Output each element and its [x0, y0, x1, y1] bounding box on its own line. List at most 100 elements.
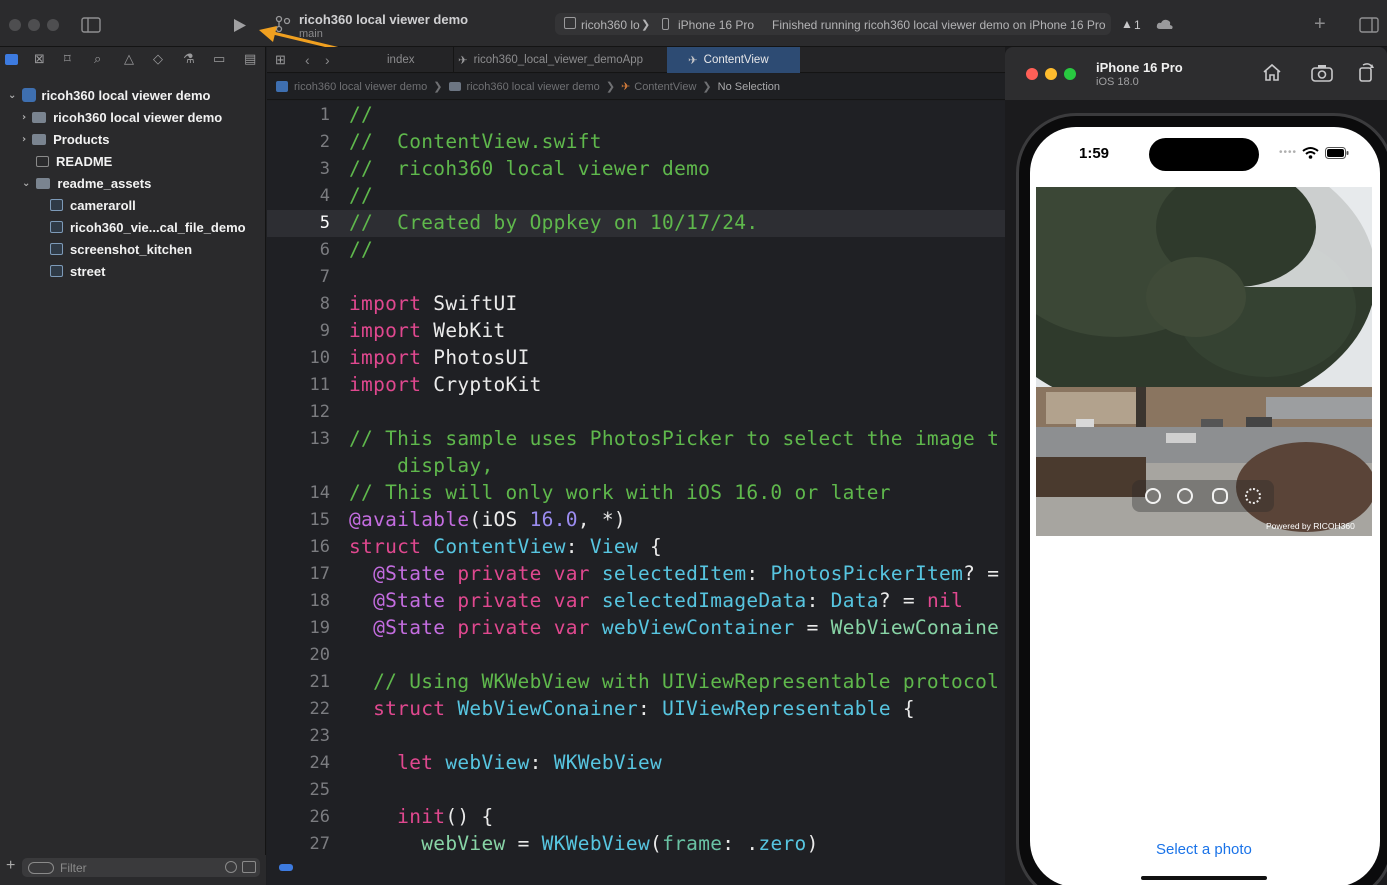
tree-item-demo-image[interactable]: ricoh360_vie...cal_file_demo — [50, 216, 246, 238]
code-line: init() { — [397, 805, 494, 828]
line-number[interactable]: 11 — [275, 375, 330, 395]
scheme-selector[interactable]: ricoh360 lo — [581, 18, 640, 32]
chevron-down-icon[interactable]: ⌄ — [22, 178, 30, 189]
simulator-minimize-button[interactable] — [1045, 68, 1057, 80]
chevron-down-icon[interactable]: ⌄ — [8, 90, 16, 101]
line-number[interactable]: 20 — [275, 645, 330, 665]
line-number[interactable]: 21 — [275, 672, 330, 692]
tree-item-readme-assets[interactable]: ⌄ readme_assets — [22, 172, 151, 194]
line-number[interactable]: 12 — [275, 402, 330, 422]
warning-icon[interactable]: ▲ — [1121, 17, 1133, 31]
zoom-out-icon[interactable] — [1145, 488, 1161, 504]
bookmark-icon[interactable]: ⌑ — [64, 52, 71, 67]
line-number[interactable]: 22 — [275, 699, 330, 719]
code-line: // ContentView.swift — [349, 130, 602, 153]
zoom-window-button[interactable] — [47, 19, 59, 31]
gyro-icon[interactable] — [1245, 488, 1261, 504]
test-diamond-icon[interactable]: ◇ — [153, 52, 163, 67]
line-number[interactable]: 2 — [275, 132, 330, 152]
recent-clock-icon[interactable] — [225, 861, 237, 873]
editor-tab-bar: ⊞ ‹ › index ✈ ricoh360_local_viewer_demo… — [267, 47, 1007, 73]
tree-item-readme[interactable]: README — [36, 150, 112, 172]
line-number[interactable]: 5 — [275, 213, 330, 233]
select-photo-button[interactable]: Select a photo — [1156, 841, 1252, 858]
add-plus-icon[interactable]: + — [1314, 14, 1326, 34]
debug-spray-icon[interactable]: ⚗ — [183, 52, 195, 67]
tree-item-screenshot-kitchen[interactable]: screenshot_kitchen — [50, 238, 192, 260]
destination-selector[interactable]: iPhone 16 Pro — [678, 18, 754, 32]
rotate-icon[interactable] — [1357, 62, 1375, 82]
zoom-in-icon[interactable] — [1177, 488, 1193, 504]
tree-item-street[interactable]: street — [50, 260, 105, 282]
line-number[interactable]: 23 — [275, 726, 330, 746]
line-number[interactable]: 13 — [275, 429, 330, 449]
cloud-icon[interactable] — [1156, 18, 1174, 30]
simulator-zoom-button[interactable] — [1064, 68, 1076, 80]
line-number[interactable]: 14 — [275, 483, 330, 503]
dynamic-island — [1149, 138, 1259, 171]
line-number[interactable]: 15 — [275, 510, 330, 530]
simulator-close-button[interactable] — [1026, 68, 1038, 80]
tree-item-cameraroll[interactable]: cameraroll — [50, 194, 136, 216]
filter-placeholder: Filter — [60, 860, 87, 875]
scm-filter-icon[interactable] — [242, 861, 256, 873]
line-number[interactable]: 3 — [275, 159, 330, 179]
home-indicator[interactable] — [1141, 876, 1267, 880]
battery-icon — [1325, 147, 1349, 159]
tab-index[interactable]: index — [363, 47, 453, 73]
filter-options-icon[interactable] — [28, 861, 54, 874]
breadcrumb-group[interactable]: ricoh360 local viewer demo — [467, 81, 600, 93]
run-play-icon[interactable] — [233, 18, 247, 33]
breadcrumb-project[interactable]: ricoh360 local viewer demo — [294, 81, 427, 93]
line-number[interactable]: 7 — [275, 267, 330, 287]
line-number[interactable]: 9 — [275, 321, 330, 341]
editor-grid-icon[interactable]: ⊞ — [275, 47, 286, 73]
tab-app[interactable]: ✈ ricoh360_local_viewer_demoApp — [453, 47, 667, 73]
line-number[interactable]: 18 — [275, 591, 330, 611]
line-number[interactable]: 8 — [275, 294, 330, 314]
report-icon[interactable]: ▤ — [244, 52, 256, 67]
chevron-right-icon[interactable]: › — [22, 112, 26, 123]
rotate-view-icon[interactable] — [1212, 488, 1228, 504]
debug-area-toggle-icon[interactable] — [279, 864, 293, 871]
breadcrumb-symbol[interactable]: No Selection — [718, 81, 780, 93]
image-file-icon — [50, 221, 63, 233]
close-window-button[interactable] — [9, 19, 21, 31]
add-file-plus-icon[interactable]: + — [6, 858, 15, 874]
tree-item-group[interactable]: › ricoh360 local viewer demo — [22, 106, 222, 128]
code-line: @State private var webViewContainer = We… — [373, 616, 1000, 639]
tree-item-products[interactable]: › Products — [22, 128, 109, 150]
sidebar-toggle-icon[interactable] — [81, 17, 101, 33]
breadcrumb-file[interactable]: ContentView — [634, 81, 696, 93]
back-chevron-icon[interactable]: ‹ — [305, 47, 310, 73]
line-number[interactable]: 25 — [275, 780, 330, 800]
line-number[interactable]: 1 — [275, 105, 330, 125]
tab-contentview[interactable]: ✈ ContentView — [667, 47, 800, 73]
breakpoint-icon[interactable]: ▭ — [213, 52, 225, 67]
line-number[interactable]: 4 — [275, 186, 330, 206]
line-number[interactable]: 17 — [275, 564, 330, 584]
line-number[interactable]: 10 — [275, 348, 330, 368]
line-number[interactable]: 26 — [275, 807, 330, 827]
issue-warning-icon[interactable]: △ — [124, 52, 134, 67]
inspector-toggle-icon[interactable] — [1359, 17, 1379, 33]
source-control-icon[interactable]: ⊠ — [34, 52, 45, 67]
line-number[interactable]: 27 — [275, 834, 330, 854]
minimize-window-button[interactable] — [28, 19, 40, 31]
code-line: // — [349, 184, 374, 207]
code-line: // — [349, 238, 374, 261]
screenshot-camera-icon[interactable] — [1311, 64, 1333, 82]
line-number[interactable]: 16 — [275, 537, 330, 557]
line-number[interactable]: 6 — [275, 240, 330, 260]
line-number[interactable]: 24 — [275, 753, 330, 773]
line-number[interactable]: 19 — [275, 618, 330, 638]
code-line: import PhotosUI — [349, 346, 530, 369]
search-icon[interactable]: ⌕ — [94, 52, 101, 67]
code-line: // Created by Oppkey on 10/17/24. — [349, 211, 759, 234]
chevron-right-icon[interactable]: › — [22, 134, 26, 145]
status-time: 1:59 — [1079, 145, 1110, 162]
forward-chevron-icon[interactable]: › — [325, 47, 330, 73]
tree-item-project-root[interactable]: ⌄ ricoh360 local viewer demo — [8, 84, 210, 106]
folder-navigator-icon[interactable] — [5, 54, 18, 65]
home-icon[interactable] — [1262, 63, 1282, 82]
